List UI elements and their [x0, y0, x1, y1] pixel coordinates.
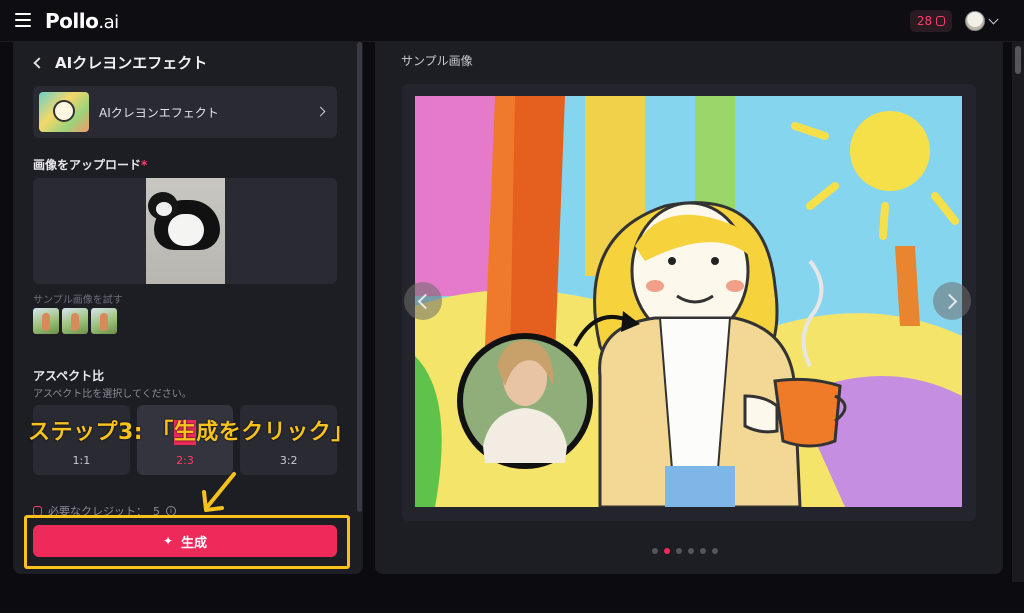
carousel-dot[interactable]: [712, 548, 718, 554]
top-bar: Pollo.ai 28: [0, 0, 1024, 42]
sample-thumbnails: [33, 308, 117, 334]
credit-coin-icon: [936, 16, 946, 26]
required-mark: *: [141, 158, 148, 172]
user-avatar[interactable]: [965, 11, 985, 31]
sample-image-viewer: [402, 84, 976, 521]
sample-image-title: サンプル画像: [401, 54, 473, 68]
sample-thumb-2[interactable]: [62, 308, 88, 334]
step-text-prefix: ステップ3: 「: [28, 420, 174, 445]
logo-main-text: Pollo: [45, 9, 99, 33]
aspect-ratio-subtitle: アスペクト比を選択してください。: [33, 389, 192, 400]
crayon-sample-illustration: [415, 96, 962, 507]
step-instruction-overlay: ステップ3: 「生成をクリック」: [28, 414, 354, 446]
logo-suffix-text: .ai: [98, 12, 119, 33]
carousel-dot[interactable]: [652, 548, 658, 554]
panel-title: AIクレヨンエフェクト: [55, 54, 208, 72]
settings-panel: AIクレヨンエフェクト AIクレヨンエフェクト 画像をアップロード* サンプル画…: [13, 42, 363, 574]
effect-selector[interactable]: AIクレヨンエフェクト: [33, 86, 337, 138]
back-chevron-icon[interactable]: [33, 56, 45, 69]
carousel-dots: [652, 548, 718, 554]
uploaded-cat-image: [146, 178, 225, 284]
ratio-label: 3:2: [279, 454, 298, 467]
carousel-dot[interactable]: [700, 548, 706, 554]
chevron-down-icon[interactable]: [988, 14, 999, 25]
credits-badge[interactable]: 28: [910, 10, 952, 32]
carousel-prev-button[interactable]: [404, 282, 442, 320]
effect-thumbnail: [39, 92, 89, 132]
pollo-logo[interactable]: Pollo.ai: [45, 9, 119, 33]
preview-panel: サンプル画像: [375, 42, 1003, 574]
generate-highlight-box: [24, 515, 350, 569]
ratio-label: 1:1: [72, 454, 91, 467]
page-scrollbar[interactable]: [1012, 42, 1024, 582]
carousel-dot[interactable]: [676, 548, 682, 554]
chevron-right-icon: [315, 106, 326, 117]
upload-label: 画像をアップロード*: [33, 156, 147, 173]
panel-header: AIクレヨンエフェクト: [33, 52, 208, 73]
step-text-suffix: 成をクリック」: [196, 420, 354, 445]
step-text-highlight: 生: [173, 420, 197, 445]
page-scrollbar-thumb[interactable]: [1015, 46, 1021, 74]
carousel-next-button[interactable]: [933, 282, 971, 320]
annotation-arrow-icon: [202, 472, 236, 512]
ratio-label: 2:3: [176, 454, 194, 467]
sample-images-label: サンプル画像を試す: [33, 295, 123, 306]
aspect-ratio-title: アスペクト比: [33, 369, 105, 383]
sample-thumb-3[interactable]: [91, 308, 117, 334]
upload-label-text: 画像をアップロード: [33, 158, 142, 172]
hamburger-menu-icon[interactable]: [15, 13, 31, 27]
panel-scrollbar[interactable]: [357, 42, 362, 512]
credits-count: 28: [916, 14, 933, 28]
carousel-dot[interactable]: [664, 548, 670, 554]
upload-dropzone[interactable]: [33, 178, 337, 284]
carousel-dot[interactable]: [688, 548, 694, 554]
effect-name: AIクレヨンエフェクト: [99, 106, 219, 120]
sample-thumb-1[interactable]: [33, 308, 59, 334]
